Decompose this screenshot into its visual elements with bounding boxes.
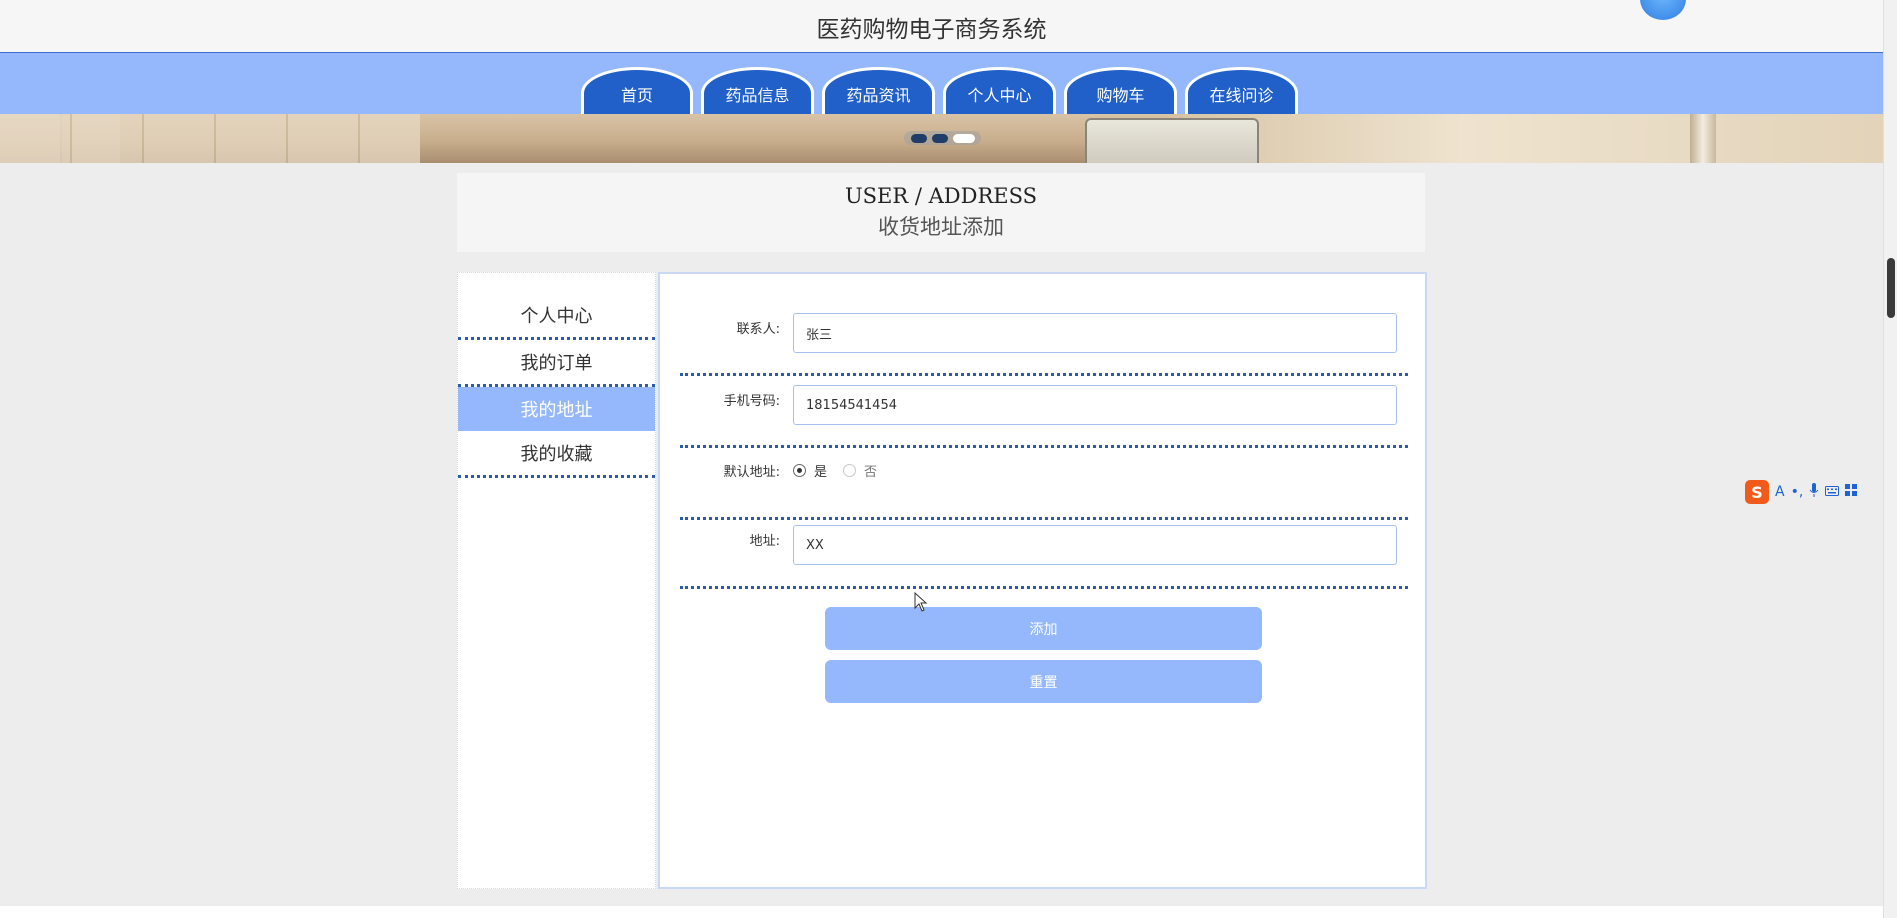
grid-menu-icon[interactable] [1845,484,1858,500]
microphone-icon[interactable] [1809,483,1819,501]
phone-input[interactable] [793,385,1397,425]
main-nav: 首页 药品信息 药品资讯 个人中心 购物车 在线问诊 [0,53,1883,115]
add-button[interactable]: 添加 [825,607,1262,650]
form-row-default: 默认地址: 是 否 [680,448,1408,520]
radio-no[interactable] [843,464,857,477]
carousel-dot-active[interactable] [952,133,975,143]
form-row-phone: 手机号码: [680,376,1408,448]
address-label: 地址: [749,534,780,549]
carousel-dot[interactable] [910,133,927,143]
sidebar-item-my-address[interactable]: 我的地址 [458,387,655,431]
nav-item-medicine-news[interactable]: 药品资讯 [822,67,935,114]
default-address-radio-group: 是 否 [793,461,893,480]
reset-button[interactable]: 重置 [825,660,1262,703]
form-row-contact: 联系人: [680,304,1408,376]
ime-punctuation-icon[interactable]: •, [1791,484,1804,500]
sidebar-item-my-orders[interactable]: 我的订单 [458,340,655,387]
page-title: 收货地址添加 [878,215,1004,239]
nav-item-medicine-info[interactable]: 药品信息 [701,67,814,114]
page-title-box: USER / ADDRESS 收货地址添加 [457,173,1425,252]
nav-item-cart[interactable]: 购物车 [1064,67,1177,114]
contact-label: 联系人: [736,322,780,337]
ime-logo-icon[interactable]: S [1745,480,1769,504]
radio-no-label[interactable]: 否 [864,461,877,480]
form-row-address: 地址: [680,517,1408,589]
sidebar-item-personal-center[interactable]: 个人中心 [458,293,655,340]
nav-item-home[interactable]: 首页 [581,67,693,114]
scrollbar-thumb[interactable] [1887,258,1895,318]
radio-yes-label[interactable]: 是 [814,461,827,480]
contact-input[interactable] [793,313,1397,353]
nav-item-online-consult[interactable]: 在线问诊 [1185,67,1298,114]
nav-item-personal-center[interactable]: 个人中心 [943,67,1056,114]
banner-image-chair [1085,118,1259,163]
phone-label: 手机号码: [723,394,780,409]
carousel-indicators [904,131,981,145]
carousel-dot[interactable] [931,133,948,143]
top-header: 医药购物电子商务系统 [0,0,1883,53]
address-form-panel: 联系人: 手机号码: 默认地址: 是 否 地址: 添加 重置 [658,272,1427,889]
page-title-en: USER / ADDRESS [844,184,1038,208]
keyboard-icon[interactable] [1825,484,1840,500]
ime-text-icon[interactable]: A [1775,484,1785,500]
default-address-label: 默认地址: [723,465,780,480]
sidebar-item-my-favorites[interactable]: 我的收藏 [458,431,655,478]
address-input[interactable] [793,525,1397,565]
radio-yes[interactable] [793,464,806,477]
page-scrollbar[interactable] [1883,0,1897,918]
ime-toolbar: S A •, [1745,480,1858,504]
sidebar: 个人中心 我的订单 我的地址 我的收藏 [457,272,656,889]
site-title: 医药购物电子商务系统 [816,17,1047,43]
banner-carousel [0,114,1883,163]
